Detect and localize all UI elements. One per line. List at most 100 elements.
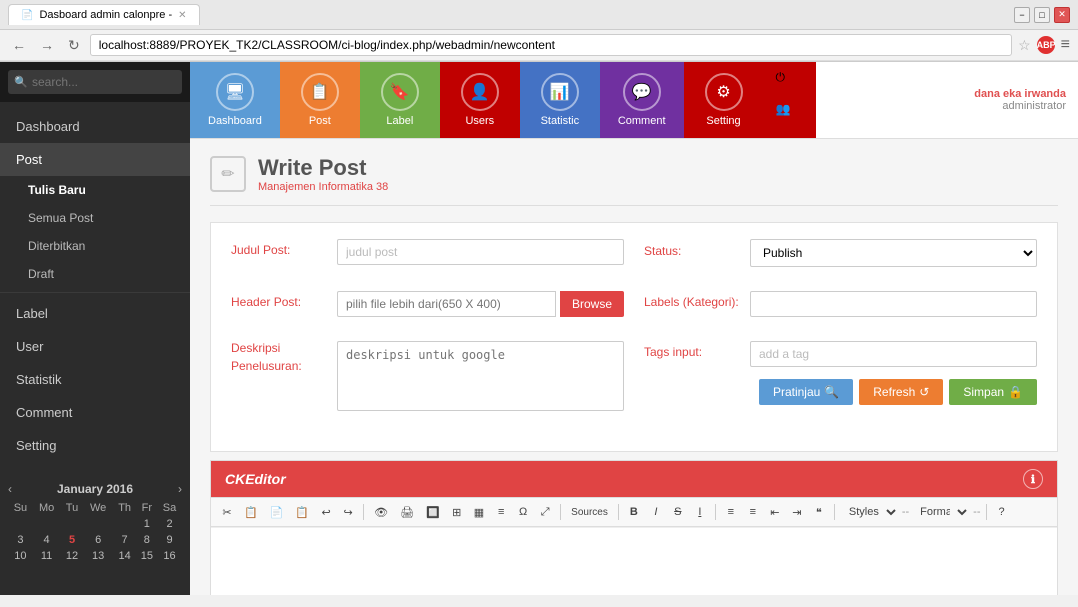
calendar-day[interactable]: 13 xyxy=(84,548,113,564)
ck-undo[interactable]: ↩ xyxy=(316,503,336,522)
save-button[interactable]: Simpan 🔒 xyxy=(949,379,1037,405)
ck-print[interactable]: 🖨 xyxy=(395,503,419,522)
ck-resize[interactable]: ⤢ xyxy=(535,503,555,522)
preview-button[interactable]: Pratinjau 🔍 xyxy=(759,379,853,405)
sidebar-item-statistik[interactable]: Statistik xyxy=(0,363,190,396)
browser-toolbar: ← → ↻ ☆ ABP ≡ xyxy=(0,30,1078,61)
calendar-day xyxy=(33,516,60,532)
ck-styles-select[interactable]: Styles xyxy=(840,502,900,522)
search-input[interactable] xyxy=(8,70,182,94)
dashboard-icon-circle: 🖥 xyxy=(216,73,254,111)
calendar-day[interactable]: 9 xyxy=(157,532,182,548)
calendar-day[interactable]: 10 xyxy=(8,548,33,564)
nav-icon-statistic[interactable]: 📊 Statistic xyxy=(520,62,600,138)
calendar-day[interactable]: 15 xyxy=(137,548,157,564)
ck-preview[interactable]: 👁 xyxy=(369,503,393,522)
nav-icon-dashboard[interactable]: 🖥 Dashboard xyxy=(190,62,280,138)
ck-templates[interactable]: 🔲 xyxy=(421,503,445,522)
minimize-button[interactable]: − xyxy=(1014,7,1030,23)
nav-icon-users[interactable]: 👤 Users xyxy=(440,62,520,138)
refresh-button[interactable]: Refresh ↺ xyxy=(859,379,943,405)
ck-cut[interactable]: ✂ xyxy=(217,503,237,522)
ck-paste2[interactable]: 📋 xyxy=(290,503,314,522)
deskripsi-textarea[interactable] xyxy=(337,341,624,411)
ck-bold[interactable]: B xyxy=(624,503,644,521)
maximize-button[interactable]: □ xyxy=(1034,7,1050,23)
ck-orderedlist[interactable]: ≡ xyxy=(721,503,741,521)
calendar-day[interactable]: 4 xyxy=(33,532,60,548)
reload-button[interactable]: ↻ xyxy=(64,35,84,56)
file-input-wrapper: Browse xyxy=(337,291,624,317)
browse-button[interactable]: Browse xyxy=(560,291,624,317)
ck-sep-3 xyxy=(618,504,619,520)
ck-outdent[interactable]: ⇤ xyxy=(765,503,785,522)
status-select[interactable]: Publish Draft xyxy=(750,239,1037,267)
calendar-day[interactable]: 1 xyxy=(137,516,157,532)
ck-omega[interactable]: Ω xyxy=(513,503,533,521)
nav-icon-label[interactable]: 🔖 Label xyxy=(360,62,440,138)
adblock-button[interactable]: ABP xyxy=(1037,36,1055,54)
calendar-day[interactable]: 3 xyxy=(8,532,33,548)
ck-underline[interactable]: I xyxy=(690,503,710,521)
calendar-day[interactable]: 5 xyxy=(60,532,83,548)
sidebar-item-semua-post[interactable]: Semua Post xyxy=(0,204,190,232)
ck-list[interactable]: ≡ xyxy=(491,503,511,521)
calendar-day[interactable]: 16 xyxy=(157,548,182,564)
sidebar-item-dashboard[interactable]: Dashboard xyxy=(0,110,190,143)
close-button[interactable]: ✕ xyxy=(1054,7,1070,23)
extra-icon[interactable]: 👥 xyxy=(776,102,804,130)
calendar-header: ‹ January 2016 › xyxy=(8,478,182,500)
ckeditor-section: CKEditor ℹ ✂ 📋 📄 📋 ↩ ↪ 👁 🖨 🔲 ⊞ ▦ ≡ xyxy=(210,460,1058,595)
sidebar-item-diterbitkan[interactable]: Diterbitkan xyxy=(0,232,190,260)
calendar-day[interactable]: 2 xyxy=(157,516,182,532)
form-left-2: Header Post: Browse xyxy=(231,291,624,329)
back-button[interactable]: ← xyxy=(8,35,30,55)
tags-input[interactable] xyxy=(750,341,1037,367)
ck-format-select[interactable]: Format xyxy=(911,502,971,522)
ckeditor-body[interactable] xyxy=(211,527,1057,595)
ck-indent[interactable]: ⇥ xyxy=(787,503,807,522)
sidebar-item-label[interactable]: Label xyxy=(0,297,190,330)
ck-redo[interactable]: ↪ xyxy=(338,503,358,522)
judul-post-input[interactable] xyxy=(337,239,624,265)
calendar-next-button[interactable]: › xyxy=(178,482,182,496)
page-header-icon: ✏ xyxy=(210,156,246,192)
sidebar-item-user[interactable]: User xyxy=(0,330,190,363)
ck-strikethrough[interactable]: S xyxy=(668,503,688,521)
ck-blockquote[interactable]: ❝ xyxy=(809,503,829,522)
sidebar-item-setting[interactable]: Setting xyxy=(0,429,190,462)
nav-icon-setting[interactable]: ⚙ Setting xyxy=(684,62,764,138)
bookmark-button[interactable]: ☆ xyxy=(1018,37,1031,54)
forward-button[interactable]: → xyxy=(36,35,58,55)
cal-day-sa: Sa xyxy=(157,500,182,516)
calendar-day[interactable]: 6 xyxy=(84,532,113,548)
ck-help[interactable]: ? xyxy=(992,503,1012,521)
sidebar-item-comment[interactable]: Comment xyxy=(0,396,190,429)
calendar-prev-button[interactable]: ‹ xyxy=(8,482,12,496)
nav-icon-comment[interactable]: 💬 Comment xyxy=(600,62,684,138)
ck-table[interactable]: ⊞ xyxy=(447,503,467,522)
ck-paste[interactable]: 📄 xyxy=(265,503,289,522)
nav-icon-post[interactable]: 📋 Post xyxy=(280,62,360,138)
tab-close-button[interactable]: ✕ xyxy=(178,10,186,21)
sidebar-item-draft[interactable]: Draft xyxy=(0,260,190,288)
calendar-day[interactable]: 11 xyxy=(33,548,60,564)
sidebar-item-post[interactable]: Post xyxy=(0,143,190,176)
ck-italic[interactable]: I xyxy=(646,503,666,521)
calendar-day[interactable]: 14 xyxy=(113,548,137,564)
ck-copy[interactable]: 📋 xyxy=(239,503,263,522)
power-icon[interactable]: ⏻ xyxy=(776,70,804,98)
ck-unorderedlist[interactable]: ≡ xyxy=(743,503,763,521)
labels-input[interactable] xyxy=(750,291,1037,317)
sidebar-item-tulis-baru[interactable]: Tulis Baru xyxy=(0,176,190,204)
search-icon: 🔍 xyxy=(14,76,28,89)
browser-menu-button[interactable]: ≡ xyxy=(1061,36,1070,54)
address-bar[interactable] xyxy=(90,34,1012,56)
calendar-day[interactable]: 12 xyxy=(60,548,83,564)
file-input[interactable] xyxy=(337,291,556,317)
calendar-day[interactable]: 7 xyxy=(113,532,137,548)
calendar-day[interactable]: 8 xyxy=(137,532,157,548)
ck-source[interactable]: Sources xyxy=(566,504,613,521)
browser-tab[interactable]: 📄 Dasboard admin calonpre - ✕ xyxy=(8,4,200,25)
ck-table2[interactable]: ▦ xyxy=(469,503,489,522)
